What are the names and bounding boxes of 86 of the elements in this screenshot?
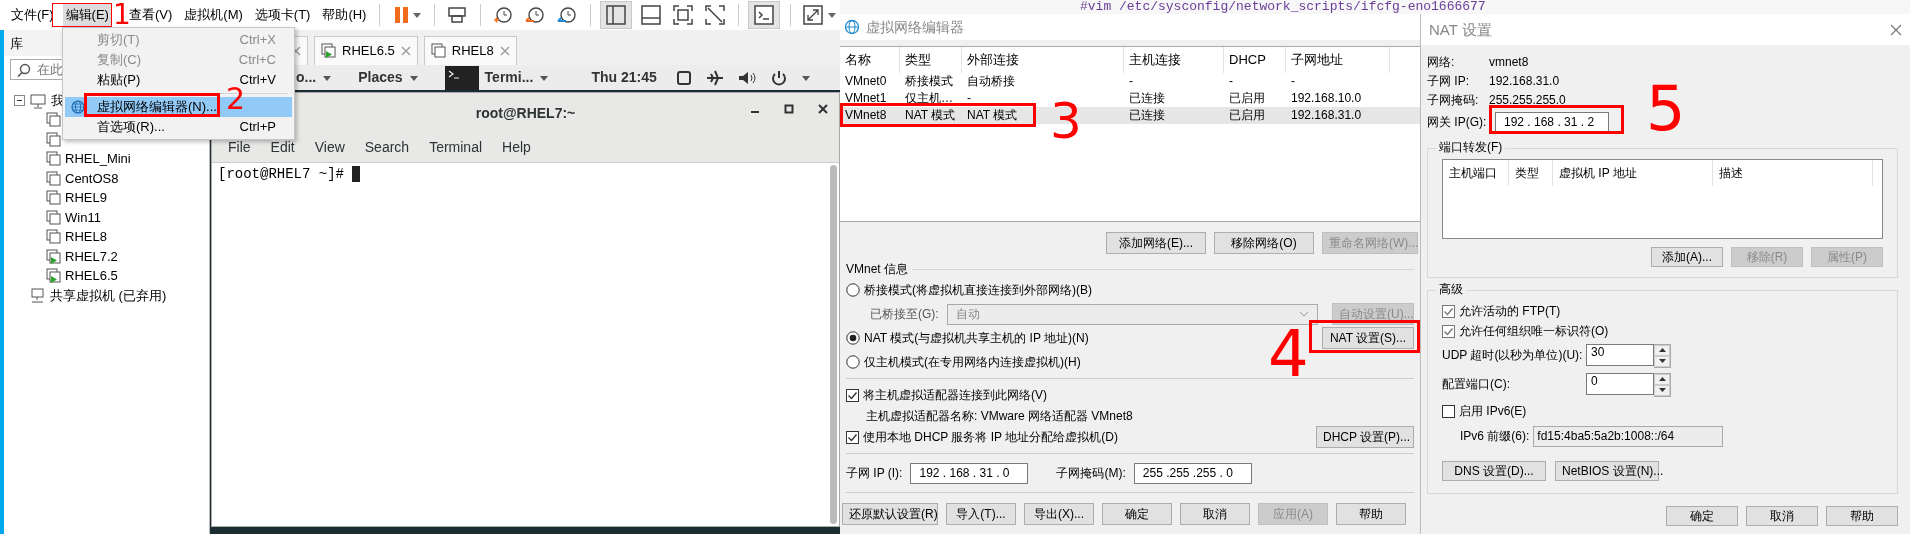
- window-title: NAT 设置: [1429, 20, 1492, 39]
- column-header[interactable]: 子网地址: [1286, 47, 1390, 73]
- menu-label[interactable]: Places: [358, 69, 403, 86]
- button[interactable]: 添加(A)...: [1651, 247, 1723, 267]
- window-title: 虚拟网络编辑器: [866, 18, 964, 36]
- clock: Thu 21:45: [591, 69, 657, 86]
- code-text: #vim /etc/sysconfig/network_scripts/ifcfg-eno1666677: [1080, 0, 1486, 14]
- option-label: 仅主机模式(在专用网络内连接虚拟机)(H): [864, 354, 1081, 370]
- button[interactable]: 添加网络(E)...: [1106, 232, 1206, 254]
- button[interactable]: 导入(T)...: [946, 503, 1016, 525]
- number-field[interactable]: 30: [1586, 343, 1654, 366]
- prompt-text: [root@RHEL7 ~]#: [218, 166, 345, 183]
- column-header[interactable]: 主机连接: [1124, 47, 1224, 73]
- menu-item[interactable]: Search: [364, 139, 410, 156]
- menu-item[interactable]: 编辑(E): [62, 3, 112, 27]
- annotation-number: 5: [1646, 78, 1686, 140]
- menu-item[interactable]: 虚拟机(M): [181, 3, 246, 27]
- menu-item[interactable]: Terminal: [429, 139, 483, 156]
- group-label: 端口转发(F): [1436, 140, 1506, 155]
- column-header[interactable]: 类型: [900, 47, 962, 73]
- tree-item[interactable]: RHEL9: [65, 190, 107, 207]
- tree-item[interactable]: CentOS8: [65, 170, 119, 187]
- info-text: 主机虚拟适配器名称: VMware 网络适配器 VMnet8: [866, 408, 1133, 424]
- field-label: 配置端口(C):: [1442, 377, 1511, 392]
- menu-item[interactable]: 首选项(R)... Ctrl+P: [65, 117, 292, 137]
- button[interactable]: 导出(X)...: [1024, 503, 1094, 525]
- column-header[interactable]: 主机端口: [1443, 160, 1509, 186]
- tree-item[interactable]: RHEL8: [65, 229, 107, 246]
- menu-item[interactable]: Help: [502, 139, 531, 156]
- number-field[interactable]: 0: [1586, 372, 1654, 395]
- button[interactable]: NAT 设置(S)...: [1322, 327, 1414, 349]
- field-label: 子网掩码:: [1427, 93, 1480, 108]
- column-header[interactable]: 名称: [840, 47, 900, 73]
- field-label: UDP 超时(以秒为单位)(U):: [1442, 348, 1582, 363]
- field-value: 192.168.31.0: [1489, 74, 1560, 89]
- group-label: VMnet 信息: [846, 261, 908, 277]
- tree-item[interactable]: Win11: [65, 209, 101, 226]
- field-label: 子网 IP:: [1427, 74, 1470, 89]
- tree-item[interactable]: RHEL_Mini: [65, 151, 131, 168]
- option-label: 允许任何组织唯一标识符(O): [1459, 323, 1609, 339]
- annotation-number: 4: [1268, 322, 1309, 386]
- field-label: 网络:: [1427, 55, 1456, 70]
- table-row[interactable]: VMnet0 桥接模式 自动桥接 - - -: [840, 73, 1420, 90]
- menu-item[interactable]: Edit: [270, 139, 295, 156]
- button[interactable]: DNS 设置(D)...: [1442, 461, 1546, 481]
- menu-label[interactable]: Termi...: [484, 69, 534, 86]
- button[interactable]: DHCP 设置(P)...: [1316, 426, 1414, 448]
- button[interactable]: 移除网络(O): [1214, 232, 1314, 254]
- button[interactable]: 还原默认设置(R): [842, 503, 938, 525]
- option-label: 将主机虚拟适配器连接到此网络(V): [863, 387, 1047, 403]
- option-label: 启用 IPv6(E): [1459, 403, 1527, 419]
- menu-label[interactable]: o...: [296, 69, 317, 86]
- button[interactable]: 帮助: [1826, 506, 1898, 526]
- group-label: 高级: [1436, 282, 1466, 297]
- field-value: 255.255.255.0: [1489, 93, 1566, 108]
- option-label: 使用本地 DHCP 服务将 IP 地址分配给虚拟机(D): [863, 429, 1118, 445]
- column-header[interactable]: 虚拟机 IP 地址: [1553, 160, 1713, 186]
- field-label: 子网掩码(M):: [1056, 465, 1126, 481]
- button[interactable]: 取消: [1746, 506, 1818, 526]
- field-label: IPv6 前缀(6):: [1460, 428, 1530, 444]
- field-label: 已桥接至(G):: [870, 306, 939, 322]
- menu-item[interactable]: File: [228, 139, 251, 156]
- option-label: 允许活动的 FTP(T): [1459, 303, 1561, 319]
- tree-item[interactable]: RHEL6.5: [65, 268, 118, 285]
- button[interactable]: 帮助: [1336, 503, 1406, 525]
- button[interactable]: 确定: [1666, 506, 1738, 526]
- column-header[interactable]: 描述: [1713, 160, 1873, 186]
- column-header[interactable]: 外部连接: [962, 47, 1124, 73]
- option-label: 桥接模式(将虚拟机直接连接到外部网络)(B): [864, 282, 1092, 298]
- button[interactable]: 取消: [1180, 503, 1250, 525]
- option-label: NAT 模式(与虚拟机共享主机的 IP 地址)(N): [864, 330, 1089, 346]
- field-label: 网关 IP(G):: [1427, 114, 1488, 130]
- menu-item[interactable]: View: [314, 139, 345, 156]
- ip-field[interactable]: 255 .255 .255 . 0: [1133, 462, 1252, 484]
- button[interactable]: 确定: [1102, 503, 1172, 525]
- tree-item[interactable]: 共享虚拟机 (已弃用): [50, 287, 167, 304]
- ip-field[interactable]: 192 . 168 . 31 . 0: [910, 462, 1029, 484]
- menu-item[interactable]: 帮助(H): [319, 3, 370, 27]
- column-header[interactable]: DHCP: [1224, 47, 1286, 73]
- ip-field[interactable]: 192 . 168 . 31 . 2: [1495, 111, 1609, 133]
- tree-item[interactable]: RHEL7.2: [65, 248, 118, 265]
- field-value: vmnet8: [1489, 55, 1529, 70]
- column-header[interactable]: 类型: [1509, 160, 1553, 186]
- menu-item[interactable]: 选项卡(T): [251, 3, 314, 27]
- field-label: 子网 IP (I):: [846, 465, 903, 481]
- window-title: root@RHEL7:~: [475, 104, 576, 122]
